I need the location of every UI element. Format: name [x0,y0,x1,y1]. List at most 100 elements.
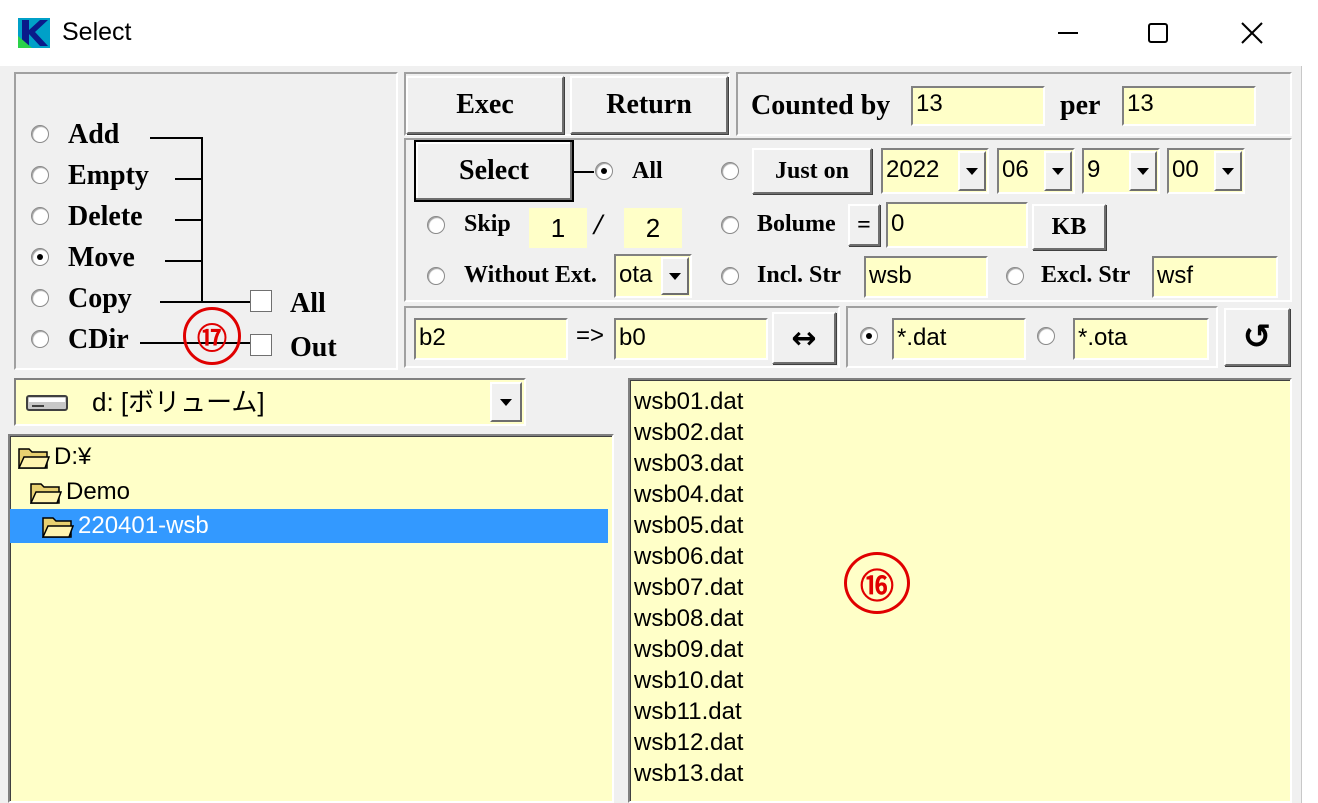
exec-button[interactable]: Exec [406,76,564,134]
hour-value: 00 [1172,156,1199,183]
skip-separator: / [594,208,603,241]
radio-excl-str[interactable] [1006,267,1024,285]
excl-str-input[interactable]: wsf [1152,256,1278,298]
minimize-button[interactable] [1022,0,1114,66]
radio-all[interactable] [595,162,613,180]
month-value: 06 [1002,156,1029,183]
bolume-input[interactable]: 0 [886,202,1028,248]
list-item[interactable]: wsb07.dat [630,572,1290,603]
swap-button[interactable]: ↔ [772,312,836,364]
file-items: wsb01.dat wsb02.dat wsb03.dat wsb04.dat wsb0… [630,386,1290,789]
month-dropdown-button[interactable] [1044,151,1072,191]
year-dropdown-button[interactable] [958,151,986,191]
connector-line [175,178,202,180]
file-list[interactable]: wsb01.dat wsb02.dat wsb03.dat wsb04.dat wsb0… [628,378,1292,803]
directory-tree[interactable]: D:¥ Demo 220401-wsb [8,434,614,803]
radio-empty[interactable] [31,166,49,184]
list-item[interactable]: wsb06.dat [630,541,1290,572]
list-item[interactable]: wsb01.dat [630,386,1290,417]
list-item[interactable]: wsb12.dat [630,727,1290,758]
radio-delete[interactable] [31,207,49,225]
excl-str-label: Excl. Str [1041,262,1131,288]
drive-label: d: [ボリューム] [92,387,265,417]
refresh-button[interactable]: ↺ [1224,308,1290,366]
radio-pattern-ota[interactable] [1037,327,1055,345]
radio-just-on[interactable] [721,162,739,180]
day-value: 9 [1087,156,1101,183]
list-item[interactable]: wsb10.dat [630,665,1290,696]
drive-select[interactable]: d: [ボリューム] [14,378,526,426]
rename-from-input[interactable]: b2 [414,318,568,360]
rename-arrow-label: => [576,322,605,349]
skip-label: Skip [464,211,511,237]
drive-dropdown-button[interactable] [490,382,522,422]
year-value: 2022 [886,156,940,183]
bolume-label: Bolume [757,211,836,237]
list-item[interactable]: wsb13.dat [630,758,1290,789]
close-button[interactable] [1206,0,1298,66]
skip-input[interactable]: 1 [529,208,587,248]
connector-line [160,301,252,303]
radio-without-ext[interactable] [427,267,445,285]
checkbox-label-out: Out [290,332,337,363]
select-window: Select Add Empty Delete Move Copy CDir A… [0,0,1302,803]
mode-label-delete: Delete [68,201,143,232]
app-logo-icon [18,18,50,48]
connector-line [201,137,203,303]
radio-incl-str[interactable] [721,267,739,285]
title-bar: Select [0,0,1302,66]
minimize-icon [1058,32,1078,34]
radio-pattern-dat[interactable] [860,327,878,345]
bolume-operator-button[interactable]: = [848,204,880,246]
checkbox-label-all: All [290,288,326,319]
checkbox-all[interactable] [250,290,272,312]
pattern-dat-input[interactable]: *.dat [892,318,1026,360]
open-folder-icon [18,448,50,469]
per-input[interactable]: 13 [1122,86,1256,126]
checkbox-out[interactable] [250,334,272,356]
mode-label-empty: Empty [68,160,149,191]
mode-label-add: Add [68,119,120,150]
hour-dropdown-button[interactable] [1214,151,1242,191]
just-on-button[interactable]: Just on [752,148,872,194]
select-button[interactable]: Select [414,140,574,202]
list-item[interactable]: wsb11.dat [630,696,1290,727]
chevron-down-icon [1222,167,1234,175]
kb-button[interactable]: KB [1032,204,1106,250]
list-item[interactable]: wsb08.dat [630,603,1290,634]
tree-item-demo[interactable]: Demo [10,475,130,509]
radio-cdir[interactable] [31,330,49,348]
incl-str-label: Incl. Str [757,262,841,288]
radio-copy[interactable] [31,289,49,307]
rename-to-input[interactable]: b0 [614,318,768,360]
without-ext-dropdown-button[interactable] [661,257,689,295]
list-item[interactable]: wsb09.dat [630,634,1290,665]
list-item[interactable]: wsb05.dat [630,510,1290,541]
list-item[interactable]: wsb04.dat [630,479,1290,510]
maximize-icon [1148,23,1168,43]
connector-line [150,137,202,139]
connector-line [165,260,202,262]
counted-by-input[interactable]: 13 [911,86,1045,126]
close-icon [1241,22,1263,44]
maximize-button[interactable] [1112,0,1204,66]
chevron-down-icon [966,167,978,175]
list-item[interactable]: wsb03.dat [630,448,1290,479]
radio-skip[interactable] [427,216,445,234]
without-ext-label: Without Ext. [464,262,597,288]
tree-item-root[interactable]: D:¥ [10,440,91,474]
connector-line [574,171,594,173]
mode-label-cdir: CDir [68,324,129,355]
radio-bolume[interactable] [721,216,739,234]
skip-total-input[interactable]: 2 [624,208,682,248]
incl-str-input[interactable]: wsb [864,256,988,298]
callout-16-badge: ⑯ [844,552,910,614]
list-item[interactable]: wsb02.dat [630,417,1290,448]
day-dropdown-button[interactable] [1129,151,1157,191]
radio-move[interactable] [31,248,49,266]
tree-item-220401-wsb[interactable]: 220401-wsb [10,509,608,543]
radio-add[interactable] [31,125,49,143]
tree-item-label: 220401-wsb [78,512,209,539]
pattern-ota-input[interactable]: *.ota [1073,318,1209,360]
return-button[interactable]: Return [570,76,728,134]
